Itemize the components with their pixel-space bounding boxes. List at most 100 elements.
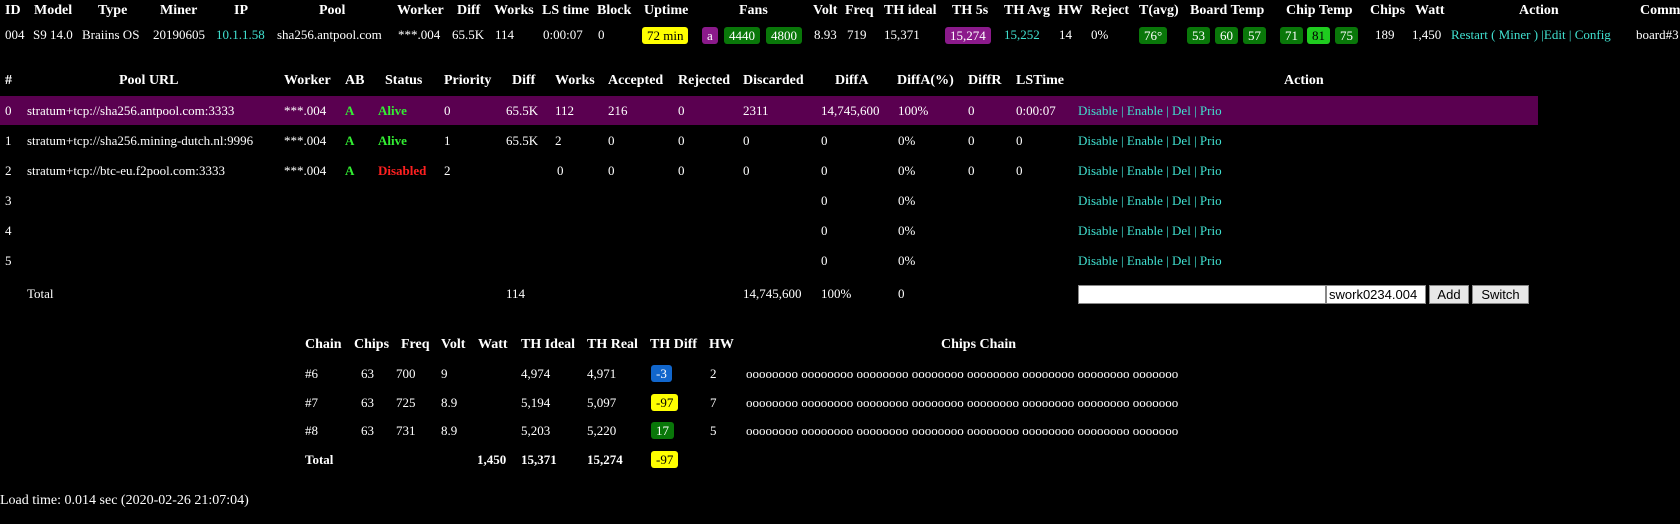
fan-1-badge: 4440 <box>724 27 760 44</box>
pool-lstime: 0 <box>1016 133 1023 148</box>
pool-priority: 0 <box>444 103 451 118</box>
pool-url: stratum+tcp://btc-eu.f2pool.com:3333 <box>27 163 225 178</box>
chain-freq: 725 <box>396 395 416 410</box>
restart-link[interactable]: Restart <box>1451 27 1488 42</box>
pool-col-diffa: DiffA <box>835 73 869 88</box>
chain-freq: 731 <box>396 423 416 438</box>
pool-disable-link[interactable]: Disable <box>1078 163 1118 178</box>
board-temp-3-badge: 57 <box>1243 27 1266 44</box>
pool-disable-link[interactable]: Disable <box>1078 253 1118 268</box>
pool-diffa: 0 <box>821 193 828 208</box>
pool-disable-link[interactable]: Disable <box>1078 133 1118 148</box>
pool-total-diffr: 0 <box>898 286 905 301</box>
restart-miner-link[interactable]: Miner <box>1499 27 1531 42</box>
config-link[interactable]: Config <box>1575 27 1611 42</box>
pool-enable-link[interactable]: Enable <box>1127 223 1163 238</box>
pool-accepted: 0 <box>608 133 615 148</box>
chain-volt: 9 <box>441 366 448 381</box>
pool-diffr: 0 <box>968 103 975 118</box>
col-header-reject: Reject <box>1091 3 1130 18</box>
pool-enable-link[interactable]: Enable <box>1127 163 1163 178</box>
miner-ip-link[interactable]: 10.1.1.58 <box>216 27 265 43</box>
col-header-uptime: Uptime <box>644 3 689 18</box>
col-header-chip-temp: Chip Temp <box>1286 3 1353 18</box>
col-header-ls-time: LS time <box>542 3 590 18</box>
edit-link[interactable]: Edit <box>1544 27 1566 42</box>
chain-total-th-ideal: 15,371 <box>521 452 557 467</box>
chain-volt: 8.9 <box>441 395 458 410</box>
board-temp-1-badge: 53 <box>1187 27 1210 44</box>
pool-enable-link[interactable]: Enable <box>1127 133 1163 148</box>
pool-delete-link[interactable]: Del <box>1172 133 1191 148</box>
chain-chips: 63 <box>361 395 374 410</box>
pool-ab: A <box>345 163 355 178</box>
pool-priority-link[interactable]: Prio <box>1200 223 1222 238</box>
pool-row-num: 2 <box>5 163 12 178</box>
miner-type: Braiins OS <box>82 27 140 42</box>
chain-th-diff-badge: 17 <box>651 422 674 439</box>
pool-ab: A <box>345 133 355 148</box>
new-pool-worker-input[interactable] <box>1326 285 1426 304</box>
pool-priority-link[interactable]: Prio <box>1200 253 1222 268</box>
pool-delete-link[interactable]: Del <box>1172 223 1191 238</box>
chain-hw: 5 <box>710 423 717 438</box>
pool-enable-link[interactable]: Enable <box>1127 193 1163 208</box>
pool-col-url: Pool URL <box>119 73 179 88</box>
miner-worker: ***.004 <box>398 27 441 42</box>
pool-col-accepted: Accepted <box>608 73 664 88</box>
col-header-block: Block <box>597 3 632 18</box>
pool-enable-link[interactable]: Enable <box>1127 103 1163 118</box>
pool-total-works: 114 <box>506 286 526 301</box>
pool-col-rejected: Rejected <box>678 73 731 88</box>
pool-disable-link[interactable]: Disable <box>1078 193 1118 208</box>
chain-id: #6 <box>305 366 318 381</box>
col-header-comm: Comm <box>1640 3 1680 18</box>
pool-diff: 65.5K <box>506 133 539 148</box>
switch-pool-button[interactable]: Switch <box>1472 285 1529 304</box>
miner-hw: 14 <box>1059 27 1072 42</box>
pool-works: 112 <box>555 103 575 118</box>
pool-priority-link[interactable]: Prio <box>1200 133 1222 148</box>
pool-disable-link[interactable]: Disable <box>1078 223 1118 238</box>
pool-rejected: 0 <box>678 163 685 178</box>
pool-priority-link[interactable]: Prio <box>1200 103 1222 118</box>
separator: | <box>1166 223 1169 238</box>
pool-delete-link[interactable]: Del <box>1172 193 1191 208</box>
new-pool-url-input[interactable] <box>1078 285 1326 304</box>
separator: | <box>1166 163 1169 178</box>
pool-enable-link[interactable]: Enable <box>1127 253 1163 268</box>
pool-action-links: Disable | Enable | Del | Prio <box>1078 223 1222 239</box>
pool-diffa: 0 <box>821 253 828 268</box>
pool-col-ab: AB <box>345 73 365 88</box>
pool-priority-link[interactable]: Prio <box>1200 163 1222 178</box>
miner-ls-time: 0:00:07 <box>543 27 583 42</box>
chips-chain-string: oooooooo oooooooo oooooooo oooooooo oooo… <box>746 366 1179 381</box>
pool-delete-link[interactable]: Del <box>1172 253 1191 268</box>
pool-priority-link[interactable]: Prio <box>1200 193 1222 208</box>
paren-close: ) <box>1533 27 1539 42</box>
add-pool-button[interactable]: Add <box>1429 285 1469 304</box>
pool-url: stratum+tcp://sha256.mining-dutch.nl:999… <box>27 133 254 148</box>
pool-col-num: # <box>5 73 12 88</box>
chain-th-real: 5,220 <box>587 423 617 438</box>
pool-delete-link[interactable]: Del <box>1172 103 1191 118</box>
pool-diffa-pct: 0% <box>898 253 916 268</box>
miner-id: 004 <box>5 27 25 42</box>
chips-chain-string: oooooooo oooooooo oooooooo oooooooo oooo… <box>746 395 1179 410</box>
pool-worker: ***.004 <box>284 103 327 118</box>
miner-th-ideal: 15,371 <box>884 27 920 42</box>
col-header-model: Model <box>34 3 73 18</box>
pool-worker: ***.004 <box>284 133 327 148</box>
chain-col-th-ideal: TH Ideal <box>521 337 576 352</box>
chain-col-freq: Freq <box>401 337 430 352</box>
separator: | <box>1120 253 1124 268</box>
pool-action-links: Disable | Enable | Del | Prio <box>1078 163 1222 179</box>
pool-action-links: Disable | Enable | Del | Prio <box>1078 103 1222 119</box>
pool-diffa: 0 <box>821 163 828 178</box>
pool-col-diff: Diff <box>512 73 536 88</box>
pool-delete-link[interactable]: Del <box>1172 163 1191 178</box>
separator: | <box>1166 193 1169 208</box>
fan-mode-badge: a <box>702 27 718 44</box>
pool-disable-link[interactable]: Disable <box>1078 103 1118 118</box>
paren-open: ( <box>1491 27 1496 42</box>
